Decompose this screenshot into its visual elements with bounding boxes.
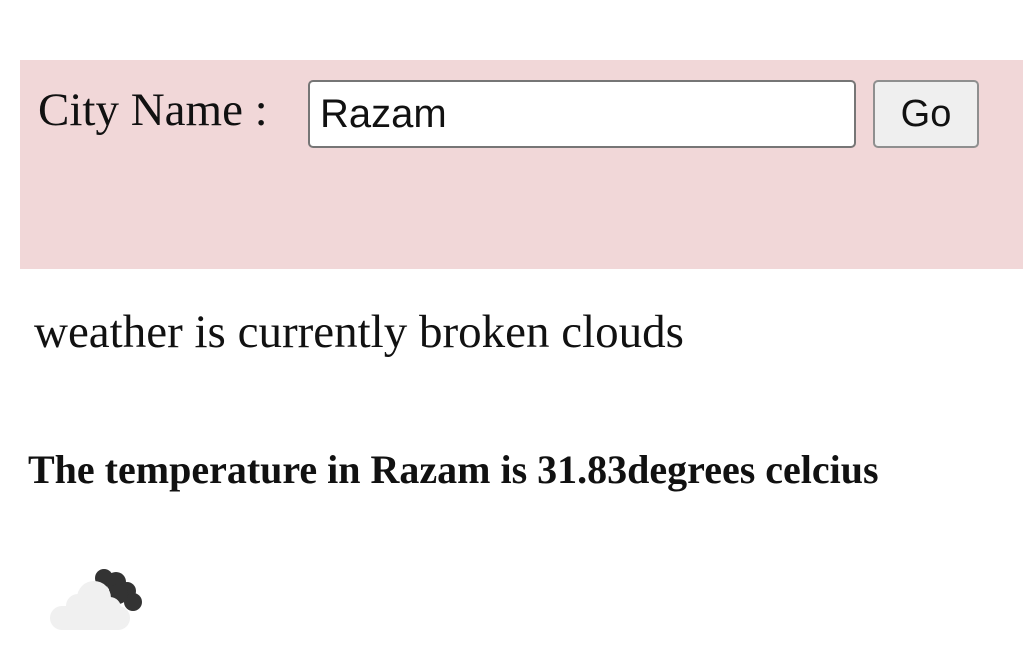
go-button[interactable]: Go bbox=[873, 80, 979, 148]
city-search-panel: City Name : Go bbox=[20, 60, 1023, 269]
broken-clouds-icon bbox=[44, 562, 150, 632]
city-name-input[interactable] bbox=[308, 80, 856, 148]
weather-description: weather is currently broken clouds bbox=[34, 306, 684, 358]
city-name-label: City Name : bbox=[38, 84, 268, 136]
temperature-text: The temperature in Razam is 31.83degrees… bbox=[28, 447, 879, 492]
